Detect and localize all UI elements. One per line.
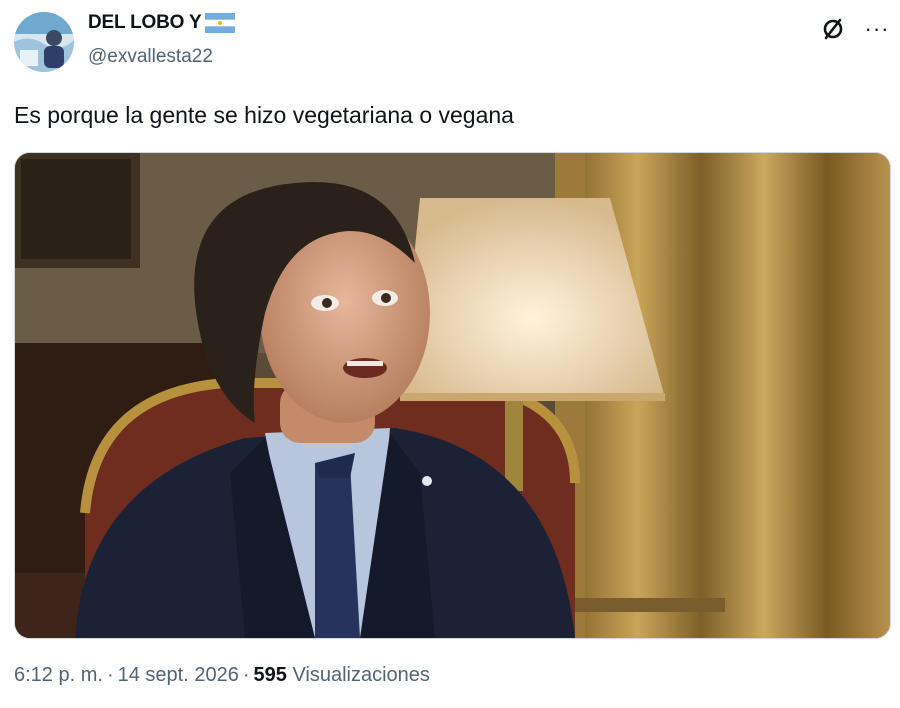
- views-label: Visualizaciones: [292, 664, 430, 686]
- more-icon[interactable]: ···: [860, 14, 894, 44]
- tweet-time[interactable]: 6:12 p. m.: [14, 664, 103, 686]
- tweet-text: Es porque la gente se hizo vegetariana o…: [14, 102, 514, 128]
- views-count: 595: [253, 664, 287, 686]
- tweet-media[interactable]: [14, 152, 891, 639]
- argentina-flag-icon: [205, 13, 236, 33]
- avatar-image: [14, 12, 74, 72]
- more-label: ···: [864, 16, 890, 41]
- meta-separator: ·: [106, 664, 114, 686]
- meta-separator: ·: [242, 664, 250, 686]
- author-handle[interactable]: @exvallesta22: [88, 46, 213, 68]
- tweet-date[interactable]: 14 sept. 2026: [118, 664, 239, 686]
- avatar[interactable]: [14, 12, 74, 72]
- tweet-meta: 6:12 p. m. · 14 sept. 2026 · 595 Visualizaci…: [14, 664, 430, 687]
- media-image: [15, 153, 890, 638]
- grok-icon[interactable]: [818, 14, 848, 44]
- author-display-name[interactable]: DEL LOBO Y: [88, 12, 202, 34]
- author-name-row[interactable]: DEL LOBO Y: [88, 12, 236, 34]
